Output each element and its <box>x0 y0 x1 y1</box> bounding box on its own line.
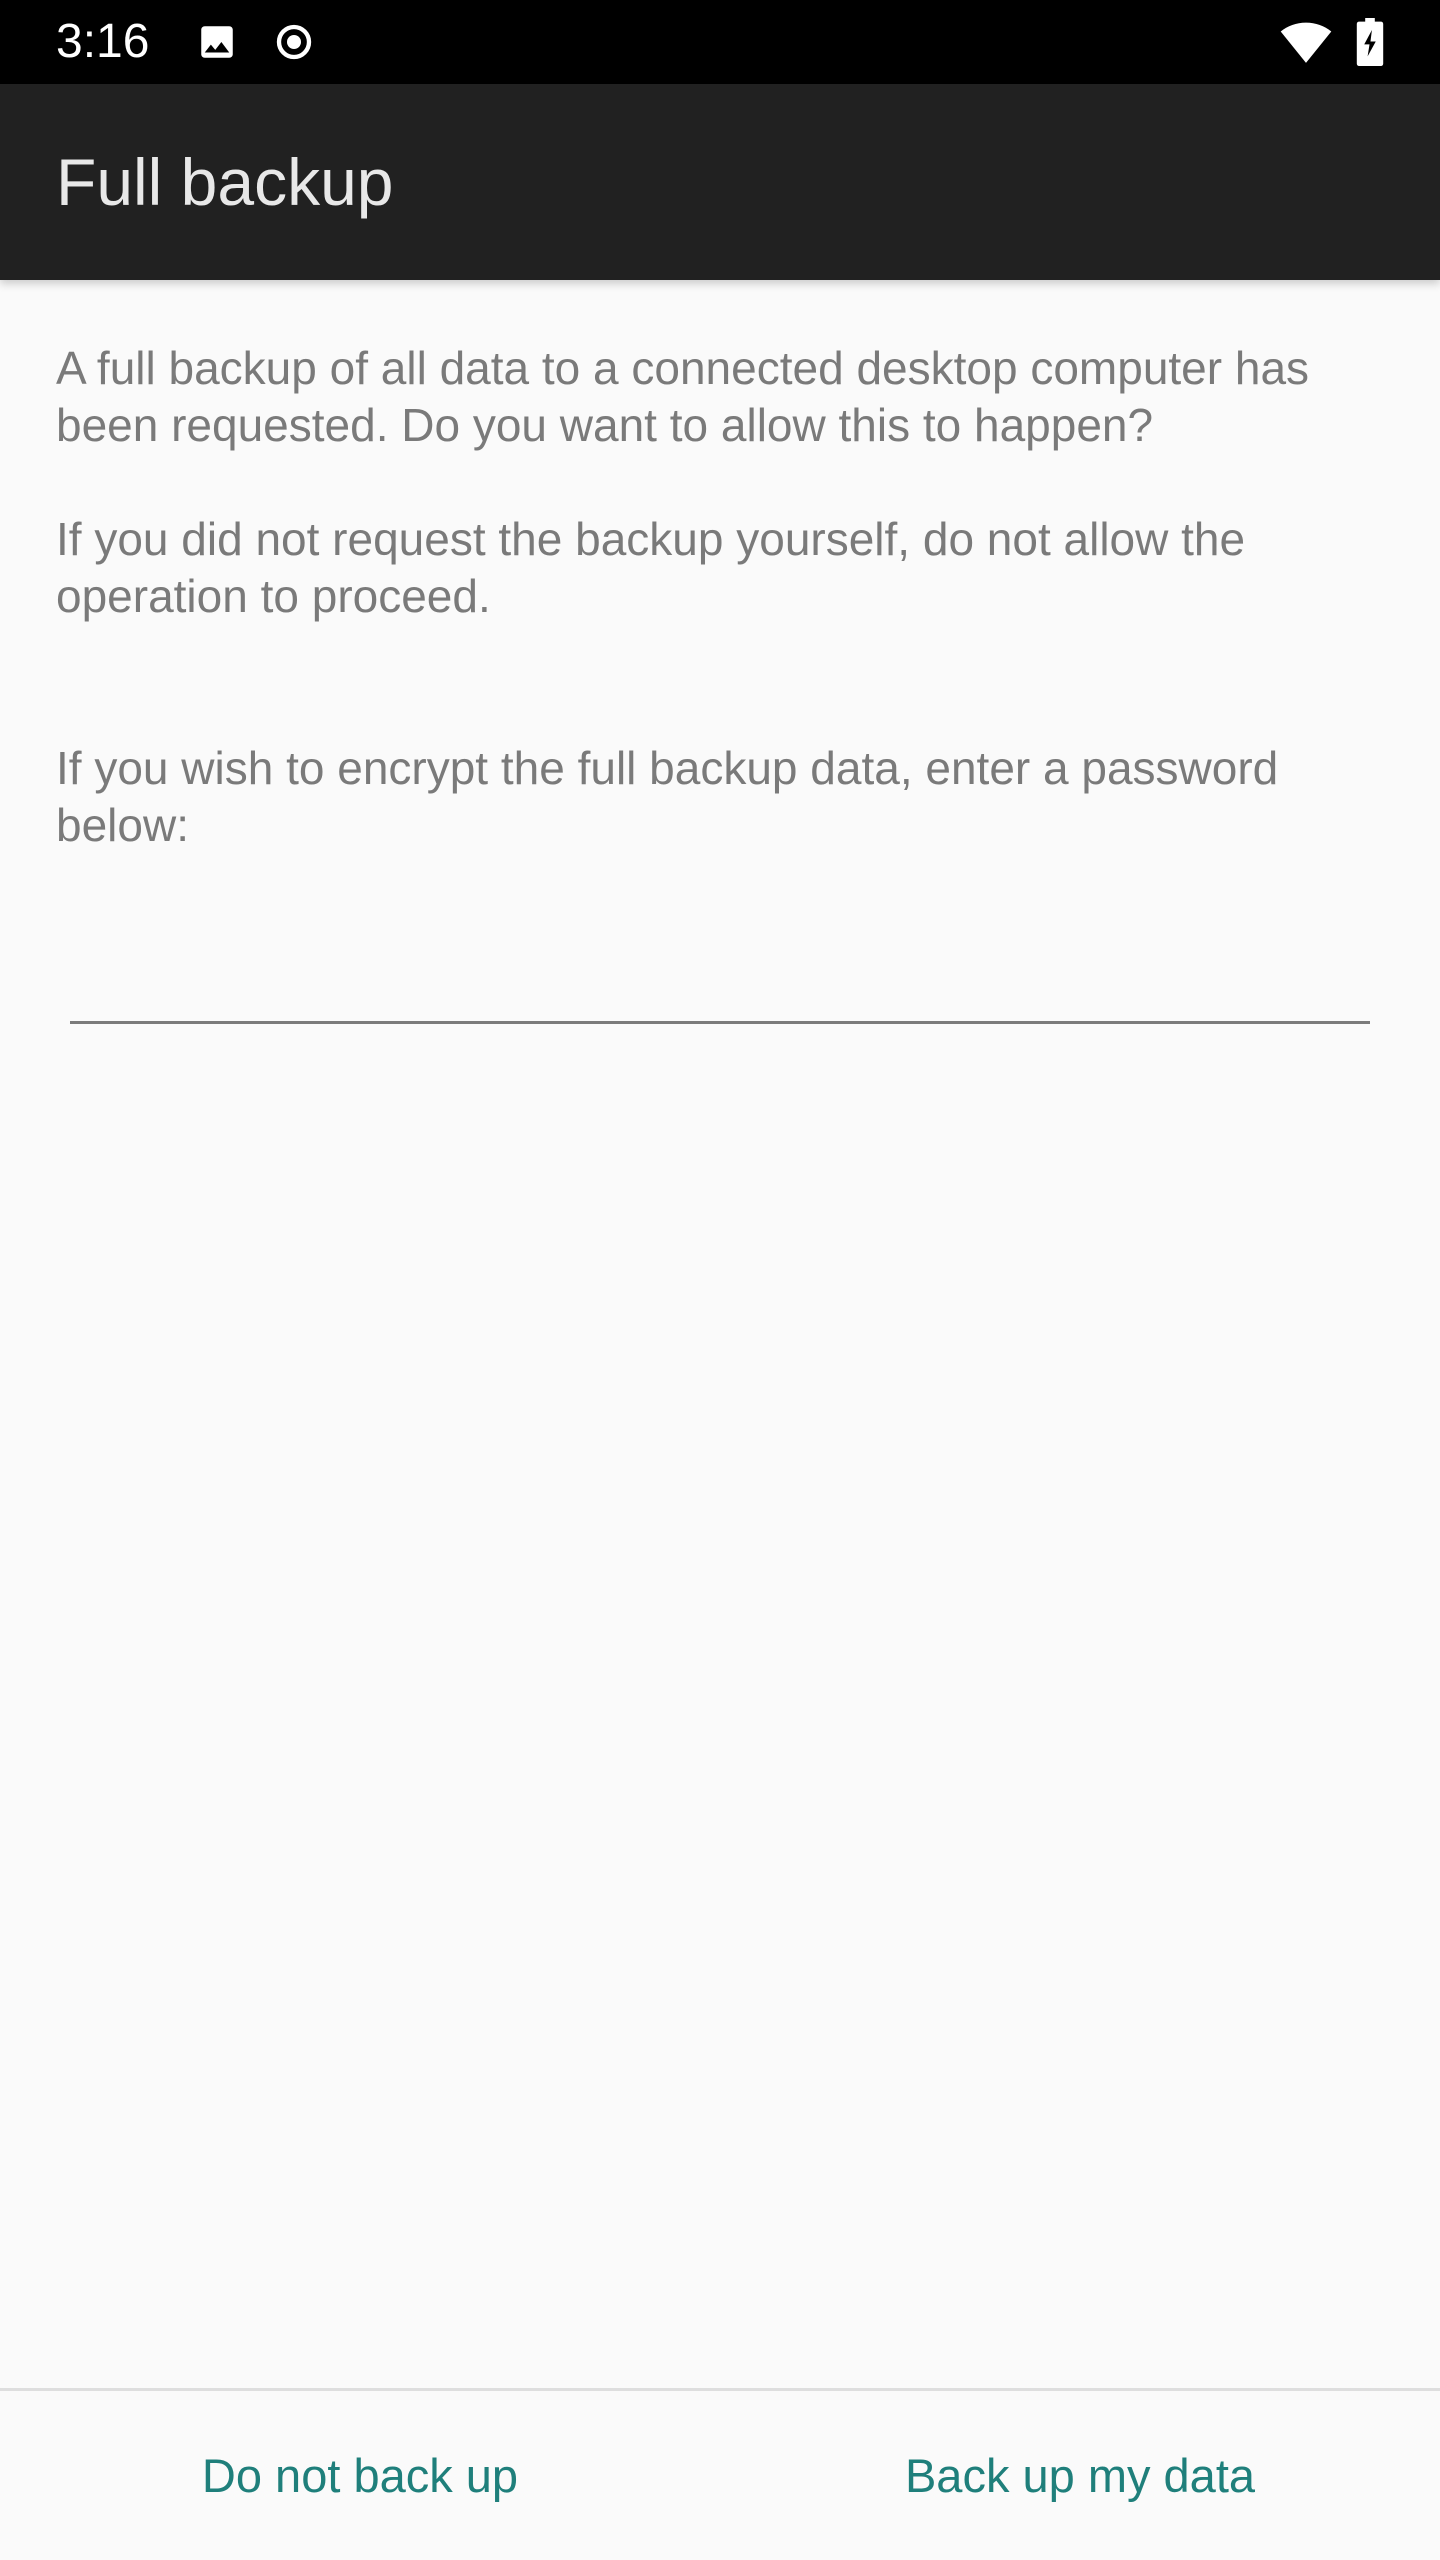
record-icon <box>271 0 317 84</box>
battery-charging-icon <box>1352 0 1388 84</box>
wifi-icon <box>1276 0 1336 84</box>
do-not-back-up-button[interactable]: Do not back up <box>0 2391 720 2560</box>
button-bar: Do not back up Back up my data <box>0 2388 1440 2560</box>
password-field[interactable] <box>70 940 1370 1024</box>
image-icon <box>194 0 240 84</box>
page-title: Full backup <box>56 145 394 219</box>
warning-text: If you did not request the backup yourse… <box>56 513 1246 622</box>
back-up-my-data-button[interactable]: Back up my data <box>720 2391 1440 2560</box>
app-bar: Full backup <box>0 84 1440 280</box>
status-time: 3:16 <box>56 15 150 68</box>
request-text: A full backup of all data to a connected… <box>56 342 1310 451</box>
status-bar: 3:16 <box>0 0 1440 84</box>
encrypt-instructions-text: If you wish to encrypt the full backup d… <box>56 742 1279 851</box>
